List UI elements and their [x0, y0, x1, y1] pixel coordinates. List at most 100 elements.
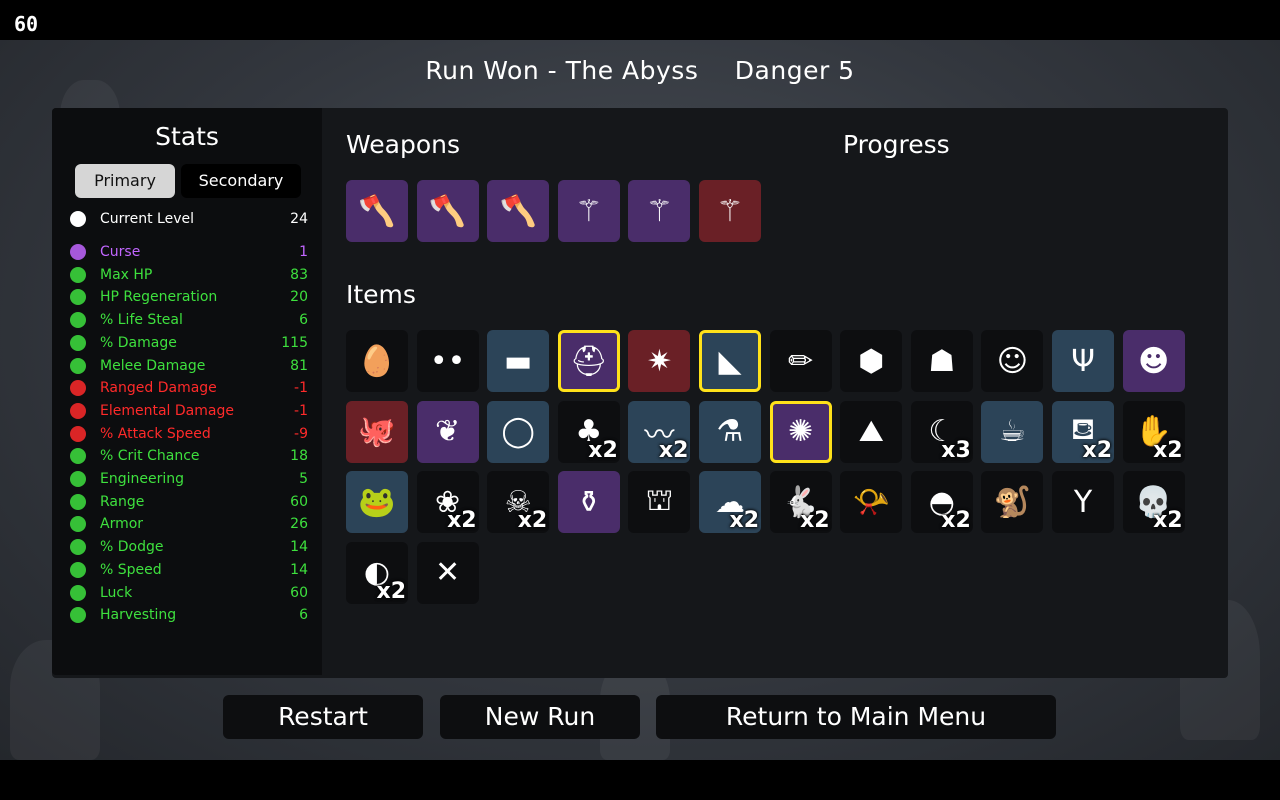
- golden-bird-icon: ❦: [435, 414, 461, 450]
- item-slot[interactable]: ☺: [981, 330, 1044, 392]
- stat-label: Elemental Damage: [100, 402, 234, 419]
- item-slot[interactable]: Ψ: [1052, 330, 1114, 392]
- tooth-icon: ⛫: [645, 482, 674, 518]
- weapon-slot[interactable]: ⚚: [699, 180, 761, 242]
- weapon-slot[interactable]: 🪓: [487, 180, 550, 242]
- stat-label: % Damage: [100, 334, 177, 351]
- weapon-slot[interactable]: ⚚: [628, 180, 691, 242]
- monkey-icon: 🐒: [993, 484, 1032, 520]
- weapon-slot[interactable]: 🪓: [346, 180, 408, 242]
- stat-row: HP Regeneration 20: [70, 286, 308, 308]
- item-slot[interactable]: 📯: [840, 471, 903, 534]
- tab-primary[interactable]: Primary: [75, 164, 175, 198]
- new-run-button[interactable]: New Run: [440, 695, 640, 739]
- stat-label: Armor: [100, 516, 144, 533]
- item-count: x2: [941, 508, 971, 534]
- octopus-icon: 🐙: [358, 414, 396, 450]
- item-slot[interactable]: ✷: [628, 330, 691, 392]
- stat-row-current-level: Current Level 24: [70, 208, 308, 230]
- item-slot[interactable]: ❦: [416, 400, 479, 463]
- stat-label: Current Level: [100, 211, 194, 227]
- axe-icon: 🪓: [428, 193, 467, 229]
- stat-row: % Life Steal 6: [70, 309, 308, 331]
- item-count: x2: [729, 508, 760, 534]
- item-slot[interactable]: ⚱: [557, 471, 620, 534]
- item-slot[interactable]: ♣ x2: [557, 400, 620, 463]
- flail-ball-icon: ✺: [788, 414, 814, 450]
- item-slot[interactable]: 🐇 x2: [769, 471, 832, 534]
- item-slot[interactable]: 🐙: [346, 400, 408, 463]
- item-slot[interactable]: 🐸: [346, 471, 408, 534]
- item-slot[interactable]: ✏: [769, 330, 832, 392]
- stat-value: 6: [299, 607, 308, 624]
- stat-value: 1: [299, 244, 308, 260]
- stat-row: % Damage 115: [70, 332, 308, 354]
- item-slot[interactable]: 〰 x2: [628, 400, 691, 463]
- item-slot[interactable]: ☁ x2: [699, 471, 761, 534]
- danger-level-text: Danger 5: [734, 56, 855, 85]
- item-count: x2: [447, 508, 477, 534]
- tab-secondary[interactable]: Secondary: [181, 164, 301, 198]
- item-slot[interactable]: ❀ x2: [416, 471, 479, 534]
- item-slot[interactable]: ◓ x2: [910, 471, 973, 534]
- item-slot[interactable]: ◐ x2: [346, 541, 408, 604]
- weapons-title: Weapons: [346, 130, 460, 159]
- item-count: x2: [1082, 437, 1113, 463]
- range-icon: [70, 493, 86, 510]
- pencil-icon: ✏: [788, 343, 814, 379]
- weapon-slot[interactable]: 🪓: [416, 180, 479, 242]
- item-slot[interactable]: ⚗: [699, 400, 761, 463]
- stat-value: 14: [290, 561, 308, 578]
- bandaged-face-icon: ☺: [996, 343, 1029, 379]
- item-slot[interactable]: 🥚: [346, 330, 408, 392]
- item-slot[interactable]: ☗: [910, 330, 973, 392]
- stat-value: 115: [281, 334, 308, 351]
- item-slot[interactable]: ✺: [769, 400, 832, 463]
- shield-icon: [70, 516, 86, 533]
- stat-label: % Crit Chance: [100, 448, 200, 465]
- item-slot[interactable]: ⛫: [628, 471, 691, 534]
- item-slot[interactable]: ☠ x2: [487, 471, 550, 534]
- dice-icon: [70, 584, 86, 601]
- item-slot[interactable]: ⬢: [840, 330, 903, 392]
- weapon-slot[interactable]: ⚚: [557, 180, 620, 242]
- item-slot[interactable]: ◯: [487, 400, 550, 463]
- item-slot[interactable]: ⛾ x2: [1052, 400, 1114, 463]
- item-slot[interactable]: ☾ x3: [910, 400, 973, 463]
- item-slot[interactable]: ▬: [487, 330, 550, 392]
- item-slot[interactable]: ◣: [699, 330, 761, 392]
- amulet-icon: ◯: [501, 414, 535, 450]
- restart-button[interactable]: Restart: [223, 695, 423, 739]
- item-slot[interactable]: ••: [416, 330, 479, 392]
- item-slot[interactable]: ⛑: [557, 330, 620, 392]
- wheat-icon: [70, 607, 86, 624]
- item-slot[interactable]: 💀 x2: [1122, 471, 1185, 534]
- stat-value: 20: [290, 289, 308, 306]
- item-slot[interactable]: ✕: [416, 541, 479, 604]
- item-slot[interactable]: Y: [1052, 471, 1114, 534]
- level-up-icon: [70, 211, 86, 227]
- stat-label: % Dodge: [100, 539, 164, 556]
- stat-row: Curse 1: [70, 241, 308, 263]
- coal-rock-icon: ⬢: [858, 343, 885, 379]
- item-slot[interactable]: ✋ x2: [1122, 400, 1185, 463]
- sword-icon: [70, 357, 86, 374]
- heart-icon: [70, 266, 86, 283]
- gauntlet-blade-icon: ◣: [718, 343, 742, 379]
- item-slot[interactable]: ☕: [981, 400, 1044, 463]
- stat-value: 81: [290, 357, 308, 374]
- axe-icon: 🪓: [499, 193, 537, 229]
- item-slot[interactable]: 🐒: [981, 471, 1044, 534]
- stat-label: Max HP: [100, 266, 153, 283]
- stat-row: % Crit Chance 18: [70, 445, 308, 467]
- item-slot[interactable]: ⛰: [840, 400, 903, 463]
- stat-value: 14: [290, 539, 308, 556]
- potion-flask-icon: ⚗: [716, 414, 744, 450]
- stat-value: -1: [294, 380, 308, 397]
- item-slot[interactable]: ☻: [1122, 330, 1185, 392]
- stat-value: -1: [294, 402, 308, 419]
- red-scratch-icon: ✕: [435, 555, 461, 591]
- crit-burst-icon: [70, 448, 86, 465]
- stat-label: Harvesting: [100, 607, 177, 624]
- main-menu-button[interactable]: Return to Main Menu: [656, 695, 1056, 739]
